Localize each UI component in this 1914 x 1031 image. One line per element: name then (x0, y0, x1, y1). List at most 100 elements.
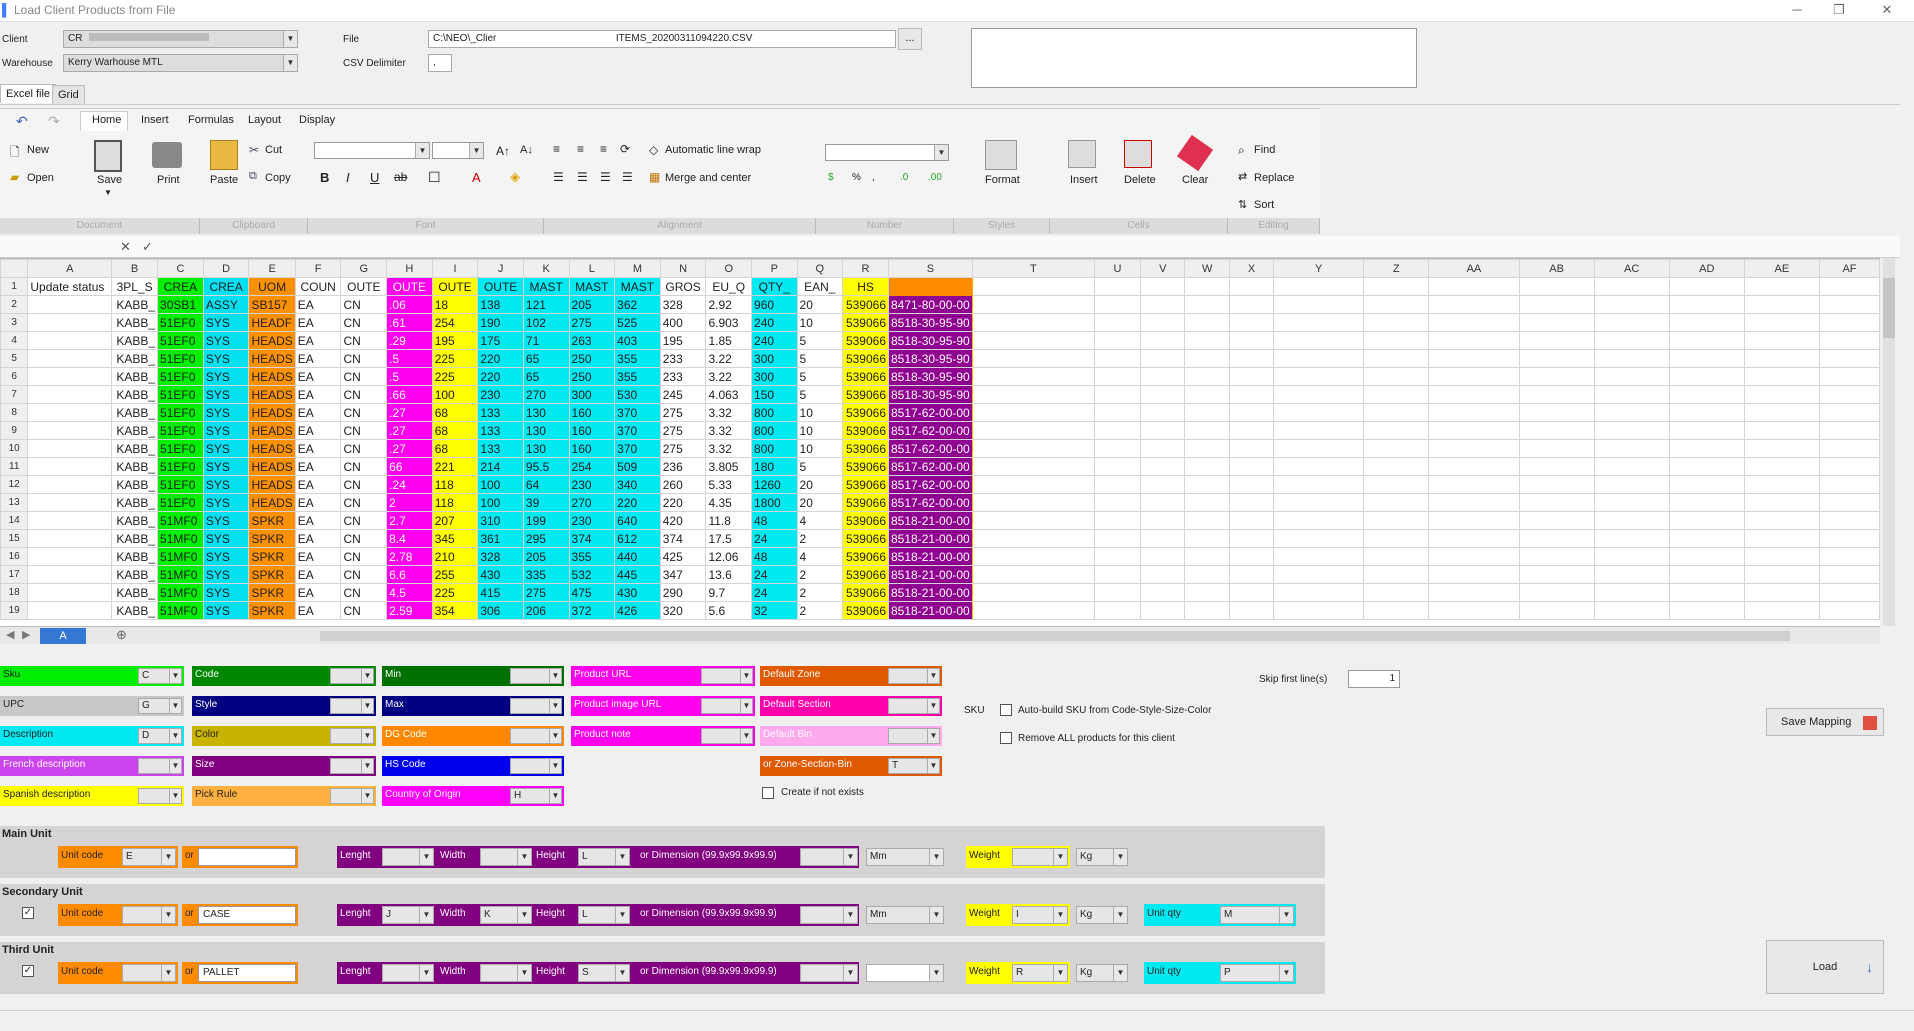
log-box[interactable] (971, 28, 1417, 88)
grid-cell[interactable]: EAN_ (796, 277, 844, 296)
grid-cell[interactable] (1818, 529, 1880, 548)
grid-cell[interactable]: 51MF0 (157, 547, 204, 566)
grid-cell[interactable] (971, 583, 1095, 602)
grid-cell[interactable] (1668, 313, 1745, 332)
grid-cell[interactable]: CN (340, 367, 388, 386)
grid-cell[interactable] (1093, 529, 1142, 548)
grid-cell[interactable] (1140, 367, 1186, 386)
grid-cell[interactable] (1228, 367, 1275, 386)
grid-cell[interactable]: 3PL_S (111, 277, 159, 296)
grid-cell[interactable]: 532 (568, 565, 616, 584)
grid-cell[interactable] (1093, 349, 1142, 368)
grid-cell[interactable] (27, 511, 113, 530)
grid-cell[interactable]: 4.5 (386, 583, 433, 602)
grid-cell[interactable]: SYS (202, 547, 250, 566)
grid-cell[interactable]: 275 (659, 403, 707, 422)
grid-cell[interactable] (27, 295, 113, 314)
grid-cell[interactable] (1593, 583, 1670, 602)
grid-cell[interactable]: EA (294, 457, 342, 476)
grid-cell[interactable] (1593, 457, 1670, 476)
create-if-not-exists-checkbox[interactable] (762, 787, 774, 799)
clear-button[interactable]: Clear (1182, 174, 1208, 186)
grid-cell[interactable] (971, 511, 1095, 530)
grid-cell[interactable] (1363, 421, 1430, 440)
grid-cell[interactable]: 370 (614, 403, 661, 422)
mapping-column-select[interactable]: ▼ (330, 758, 374, 774)
grid-cell[interactable]: .5 (386, 349, 433, 368)
table-row[interactable]: 19 KABB_ 51MF0 SYS SPKR EA CN 2.59 354 306 206 372 4… (0, 601, 1880, 620)
grid-cell[interactable] (1363, 277, 1430, 296)
grid-cell[interactable]: 118 (431, 493, 479, 512)
lenght-select[interactable]: J ▼ (382, 906, 434, 924)
grid-cell[interactable]: 39 (522, 493, 570, 512)
grid-cell[interactable] (1743, 547, 1820, 566)
unit-code-select[interactable]: ▼ (122, 906, 176, 924)
table-row[interactable]: 1 Update status 3PL_S CREA CREA UOM COUN OUTE OU… (0, 277, 1880, 296)
row-header[interactable]: 12 (0, 475, 29, 494)
grid-cell[interactable] (1668, 385, 1745, 404)
grid-cell[interactable]: 539066 (842, 313, 889, 332)
column-header[interactable]: S (888, 259, 973, 278)
grid-cell[interactable] (1818, 331, 1880, 350)
align-right-icon[interactable]: ☰ (600, 170, 611, 184)
grid-cell[interactable]: 2 (386, 493, 433, 512)
row-header[interactable]: 13 (0, 493, 29, 512)
grid-cell[interactable]: 509 (614, 457, 661, 476)
row-header[interactable]: 9 (0, 421, 29, 440)
grid-cell[interactable]: SYS (202, 583, 250, 602)
grid-cell[interactable]: 10 (796, 403, 844, 422)
grid-cell[interactable] (1228, 511, 1275, 530)
grid-cell[interactable] (1140, 475, 1186, 494)
table-row[interactable]: 17 KABB_ 51MF0 SYS SPKR EA CN 6.6 255 430 335 532 44… (0, 565, 1880, 584)
grid-cell[interactable]: 2 (796, 529, 844, 548)
grid-cell[interactable]: 51EF0 (157, 367, 204, 386)
grid-cell[interactable]: UOM (248, 277, 296, 296)
grid-cell[interactable]: 263 (568, 331, 616, 350)
grid-cell[interactable]: 539066 (842, 421, 889, 440)
align-center-icon[interactable]: ☰ (577, 170, 588, 184)
grid-cell[interactable]: CREA (157, 277, 204, 296)
grid-cell[interactable]: 300 (568, 385, 616, 404)
grid-cell[interactable] (1184, 439, 1230, 458)
grid-cell[interactable]: 425 (659, 547, 707, 566)
grid-cell[interactable] (1428, 529, 1520, 548)
grid-cell[interactable]: 8471-80-00-00 (888, 295, 973, 314)
find-button[interactable]: Find (1254, 144, 1275, 156)
grid-cell[interactable] (1818, 475, 1880, 494)
table-row[interactable]: 3 KABB_ 51EF0 SYS HEADF EA CN .61 254 190 102 275 52… (0, 313, 1880, 332)
column-header[interactable]: D (202, 259, 250, 278)
grid-cell[interactable] (1668, 475, 1745, 494)
grid-cell[interactable] (1743, 331, 1820, 350)
grid-cell[interactable] (1593, 403, 1670, 422)
grid-cell[interactable]: 539066 (842, 457, 889, 476)
grid-cell[interactable] (1228, 295, 1275, 314)
row-header[interactable]: 3 (0, 313, 29, 332)
grid-cell[interactable] (1228, 331, 1275, 350)
mapping-column-select[interactable]: D ▼ (138, 728, 182, 744)
grid-cell[interactable] (971, 349, 1095, 368)
grid-cell[interactable] (1093, 457, 1142, 476)
grid-cell[interactable]: 426 (614, 601, 661, 620)
table-row[interactable]: 4 KABB_ 51EF0 SYS HEADS EA CN .29 195 175 71 263 403… (0, 331, 1880, 350)
paste-button[interactable]: Paste (210, 174, 238, 186)
grid-cell[interactable]: 8518-30-95-90 (888, 349, 973, 368)
column-header[interactable]: P (751, 259, 798, 278)
grid-cell[interactable] (1743, 475, 1820, 494)
grid-cell[interactable] (1363, 601, 1430, 620)
grid-cell[interactable]: 51MF0 (157, 511, 204, 530)
mapping-column-select[interactable]: G ▼ (138, 698, 182, 714)
grid-cell[interactable] (1518, 403, 1595, 422)
font-shrink-icon[interactable]: A↓ (520, 144, 533, 156)
grid-cell[interactable] (27, 547, 113, 566)
mapping-column-select[interactable]: H ▼ (510, 788, 562, 804)
grid-cell[interactable]: KABB_ (111, 331, 159, 350)
grid-cell[interactable] (1428, 457, 1520, 476)
ribbon-tab-layout[interactable]: Layout (248, 114, 281, 126)
grid-cell[interactable]: CN (340, 457, 388, 476)
grid-cell[interactable] (1363, 331, 1430, 350)
grid-cell[interactable]: MAST (614, 277, 661, 296)
grid-cell[interactable]: 160 (568, 421, 616, 440)
grid-cell[interactable]: 214 (477, 457, 524, 476)
grid-cell[interactable]: 8517-62-00-00 (888, 421, 973, 440)
grid-cell[interactable] (1428, 547, 1520, 566)
